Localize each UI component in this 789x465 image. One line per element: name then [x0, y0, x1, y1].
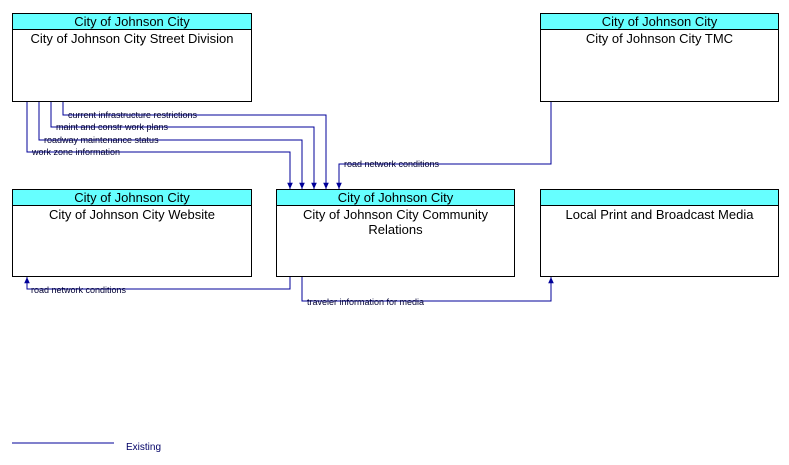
legend-existing-label: Existing [126, 442, 161, 453]
flow-line-road-network-conditions-tmc [336, 102, 552, 189]
flow-label-road-network-conditions-website: road network conditions [31, 285, 127, 295]
flow-label-traveler-information-for-media: traveler information for media [307, 297, 424, 307]
flow-diagram-wires: current infrastructure restrictions main… [12, 102, 554, 453]
flow-label-road-network-conditions-tmc: road network conditions [344, 159, 440, 169]
flow-label-work-zone-information: work zone information [31, 147, 120, 157]
flow-label-current-infrastructure-restrictions: current infrastructure restrictions [68, 110, 198, 120]
flow-label-roadway-maintenance-status: roadway maintenance status [44, 135, 159, 145]
flow-label-maint-constr-work-plans: maint and constr work plans [56, 122, 169, 132]
